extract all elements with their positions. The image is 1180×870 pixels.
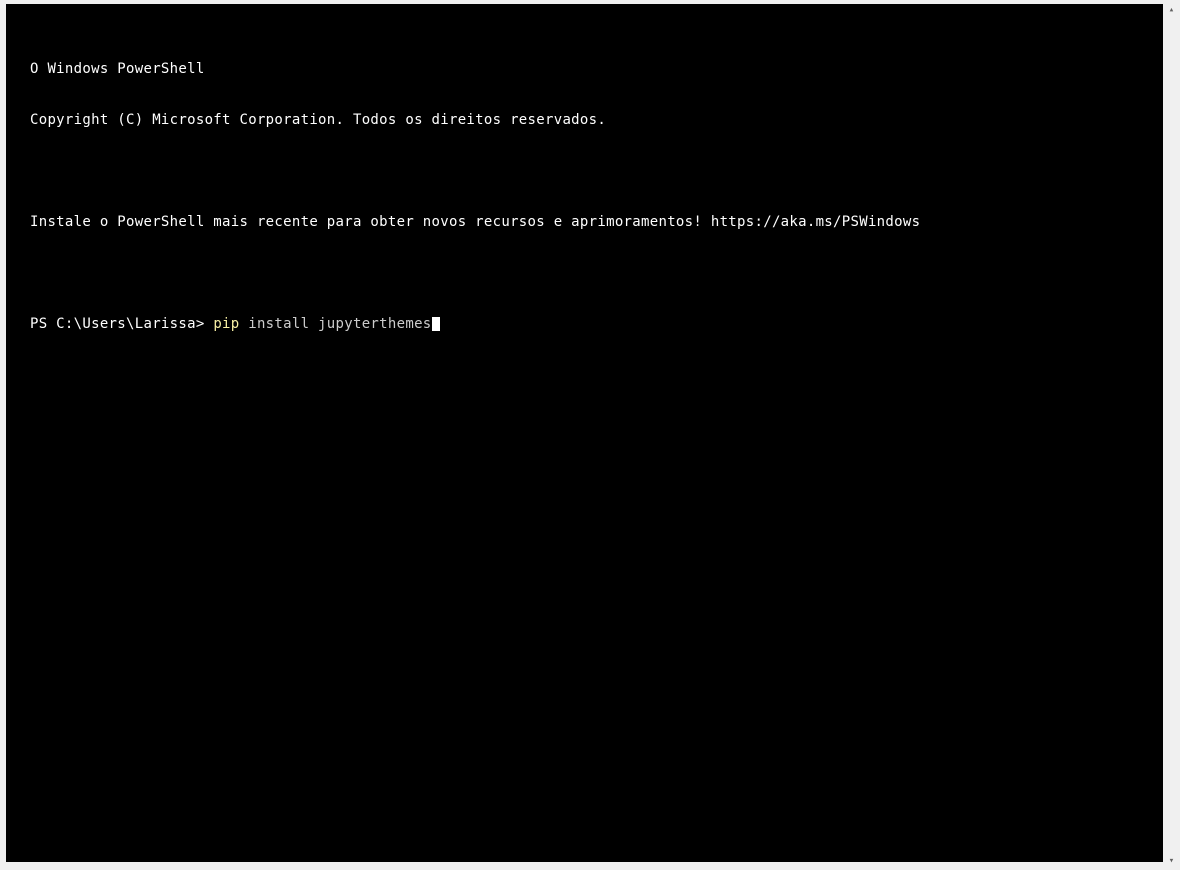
notice-line: Instale o PowerShell mais recente para o… xyxy=(30,214,1158,231)
blank-line xyxy=(30,163,1158,180)
terminal-output: O Windows PowerShell Copyright (C) Micro… xyxy=(30,27,1158,367)
cursor-icon xyxy=(432,317,440,331)
scrollbar-down-button[interactable]: ▾ xyxy=(1163,852,1180,869)
command-token: pip xyxy=(213,316,239,332)
blank-line xyxy=(30,265,1158,282)
window-frame: O Windows PowerShell Copyright (C) Micro… xyxy=(0,0,1180,870)
chevron-up-icon: ▴ xyxy=(1169,5,1174,15)
chevron-down-icon: ▾ xyxy=(1169,856,1174,866)
scrollbar[interactable]: ▴ ▾ xyxy=(1163,1,1180,869)
terminal-area[interactable]: O Windows PowerShell Copyright (C) Micro… xyxy=(6,4,1168,862)
banner-line-2: Copyright (C) Microsoft Corporation. Tod… xyxy=(30,112,1158,129)
prompt-text: PS C:\Users\Larissa> xyxy=(30,316,213,332)
banner-line-1: O Windows PowerShell xyxy=(30,61,1158,78)
command-args: install jupyterthemes xyxy=(240,316,432,332)
scrollbar-up-button[interactable]: ▴ xyxy=(1163,1,1180,18)
prompt-line[interactable]: PS C:\Users\Larissa> pip install jupyter… xyxy=(30,316,1158,333)
